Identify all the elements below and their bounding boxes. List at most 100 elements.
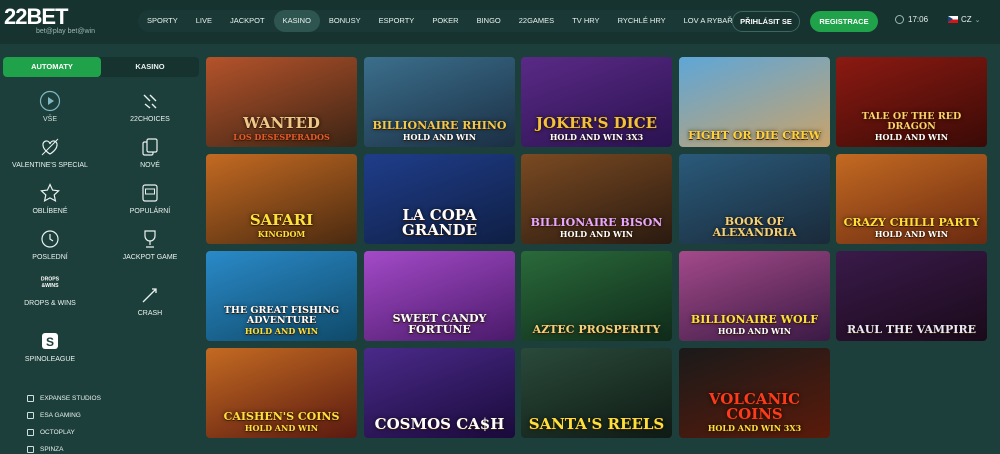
crash-icon xyxy=(139,284,161,306)
game-tile-safari[interactable]: SAFARI KINGDOM xyxy=(206,154,357,244)
section-switch: AUTOMATY KASINO xyxy=(3,57,199,77)
game-tile-billionaire-wolf[interactable]: BILLIONAIRE WOLF HOLD AND WIN xyxy=(679,251,830,341)
nav-item-bingo[interactable]: BINGO xyxy=(468,10,510,32)
game-title-main: SANTA'S REELS xyxy=(528,415,665,433)
sidebar-category-label: NOVÉ xyxy=(140,162,160,169)
trophy-icon xyxy=(139,228,161,250)
game-tile-aztec-prosperity[interactable]: AZTEC PROSPERITY xyxy=(521,251,672,341)
game-tile-santa-s-reels[interactable]: SANTA'S REELS xyxy=(521,348,672,438)
sidebar-category-label: CRASH xyxy=(137,310,163,317)
game-title-main: BILLIONAIRE RHINO xyxy=(372,119,507,132)
game-tile-raul-the-vampire[interactable]: RAUL THE VAMPIRE xyxy=(836,251,987,341)
game-title: TALE OF THE RED DRAGON HOLD AND WIN xyxy=(840,112,983,141)
brand-logo[interactable]: 22BET bet@play bet@win xyxy=(4,4,124,40)
game-title: LA COPA GRANDE xyxy=(368,208,511,238)
tab-automaty[interactable]: AUTOMATY xyxy=(3,57,101,77)
provider-label: ESA GAMING xyxy=(40,412,81,419)
game-title: CRAZY CHILLI PARTY HOLD AND WIN xyxy=(840,217,983,238)
nav-item-sporty[interactable]: SPORTY xyxy=(138,10,187,32)
tab-kasino[interactable]: KASINO xyxy=(101,57,199,77)
game-title: FIGHT OR DIE CREW xyxy=(683,130,826,141)
nav-item-bonusy[interactable]: BONUSY xyxy=(320,10,370,32)
game-tile-tale-of-the-red-dragon[interactable]: TALE OF THE RED DRAGON HOLD AND WIN xyxy=(836,57,987,147)
provider-checkbox-octoplay[interactable]: OCTOPLAY xyxy=(27,424,101,441)
game-title-main: AZTEC PROSPERITY xyxy=(532,323,661,336)
game-title-sub: HOLD AND WIN xyxy=(874,132,949,142)
provider-checkbox-esa-gaming[interactable]: ESA GAMING xyxy=(27,407,101,424)
language-selector[interactable]: CZ ⌄ xyxy=(948,15,981,24)
sidebar-category-v-e[interactable]: VŠE xyxy=(0,90,100,123)
sidebar-category-label: VŠE xyxy=(42,116,57,123)
clock-time: 17:06 xyxy=(908,15,929,24)
provider-checkbox-spinza[interactable]: SPINZA xyxy=(27,441,101,454)
drops-wins-icon: DROPS &WINS xyxy=(39,274,61,296)
game-title: SWEET CANDY FORTUNE xyxy=(368,313,511,335)
provider-checkbox-expanse-studios[interactable]: EXPANSE STUDIOS xyxy=(27,390,101,407)
game-tile-crazy-chilli-party[interactable]: CRAZY CHILLI PARTY HOLD AND WIN xyxy=(836,154,987,244)
game-tile-the-great-fishing-adventure[interactable]: THE GREAT FISHING ADVENTURE HOLD AND WIN xyxy=(206,251,357,341)
sidebar-category-drops-wins[interactable]: DROPS &WINS DROPS & WINS xyxy=(0,274,100,307)
game-tile-billionaire-bison[interactable]: BILLIONAIRE BISON HOLD AND WIN xyxy=(521,154,672,244)
sidebar-category-obl-ben-[interactable]: OBLÍBENÉ xyxy=(0,182,100,215)
sidebar-category-valentine-s-special[interactable]: VALENTINE'S SPECIAL xyxy=(0,136,100,169)
game-title-sub: KINGDOM xyxy=(257,229,306,239)
sidebar-category-label: VALENTINE'S SPECIAL xyxy=(12,162,88,169)
game-tile-caishen-s-coins[interactable]: CAISHEN'S COINS HOLD AND WIN xyxy=(206,348,357,438)
game-title: VOLCANIC COINS HOLD AND WIN 3X3 xyxy=(683,390,826,433)
game-title-main: VOLCANIC COINS xyxy=(708,390,801,423)
czech-flag-icon xyxy=(948,16,958,23)
game-title-main: LA COPA GRANDE xyxy=(401,206,478,239)
nav-item-jackpot[interactable]: JACKPOT xyxy=(221,10,274,32)
game-title: SAFARI KINGDOM xyxy=(210,211,353,239)
new-cards-icon xyxy=(139,136,161,158)
sidebar-category-jackpot-game[interactable]: JACKPOT GAME xyxy=(100,228,200,261)
nav-item-tv-hry[interactable]: TV HRY xyxy=(563,10,608,32)
sidebar-category-popul-rn-[interactable]: POPULÁRNÍ xyxy=(100,182,200,215)
sidebar-category-spinoleague[interactable]: S SPINOLEAGUE xyxy=(0,330,100,363)
provider-label: OCTOPLAY xyxy=(40,429,75,436)
game-tile-volcanic-coins[interactable]: VOLCANIC COINS HOLD AND WIN 3X3 xyxy=(679,348,830,438)
game-title-main: CRAZY CHILLI PARTY xyxy=(843,216,980,229)
sidebar-category-label: 22CHOICES xyxy=(130,116,170,123)
logo-text: 22BET xyxy=(4,4,68,29)
svg-text:&WINS: &WINS xyxy=(41,283,59,289)
game-tile-book-of-alexandria[interactable]: BOOK OF ALEXANDRIA xyxy=(679,154,830,244)
game-title-main: SAFARI xyxy=(249,211,314,229)
nav-item-22games[interactable]: 22GAMES xyxy=(510,10,563,32)
sidebar-category-nov-[interactable]: NOVÉ xyxy=(100,136,200,169)
clock: 17:06 xyxy=(895,15,928,24)
game-tile-la-copa-grande[interactable]: LA COPA GRANDE xyxy=(364,154,515,244)
game-title: BOOK OF ALEXANDRIA xyxy=(683,216,826,238)
game-tile-sweet-candy-fortune[interactable]: SWEET CANDY FORTUNE xyxy=(364,251,515,341)
sidebar-category-crash[interactable]: CRASH xyxy=(100,284,200,317)
game-title-sub: HOLD AND WIN xyxy=(717,326,792,336)
provider-label: SPINZA xyxy=(40,446,64,453)
nav-item-kasino[interactable]: KASINO xyxy=(273,10,320,32)
game-tile-joker-s-dice[interactable]: JOKER'S DICE HOLD AND WIN 3X3 xyxy=(521,57,672,147)
heart-arrow-icon xyxy=(39,136,61,158)
game-tile-wanted[interactable]: WANTED LOS DESESPERADOS xyxy=(206,57,357,147)
spinoleague-icon: S xyxy=(39,330,61,352)
history-icon xyxy=(39,228,61,250)
login-button[interactable]: PŘIHLÁSIT SE xyxy=(732,11,800,32)
nav-item-poker[interactable]: POKER xyxy=(423,10,467,32)
star-icon xyxy=(39,182,61,204)
game-tile-billionaire-rhino[interactable]: BILLIONAIRE RHINO HOLD AND WIN xyxy=(364,57,515,147)
game-tile-cosmos-ca-h[interactable]: COSMOS CA$H xyxy=(364,348,515,438)
register-button[interactable]: REGISTRACE xyxy=(810,11,878,32)
provider-label: EXPANSE STUDIOS xyxy=(40,395,101,402)
nav-item-esporty[interactable]: ESPORTY xyxy=(370,10,424,32)
nav-item-rychl-hry[interactable]: RYCHLÉ HRY xyxy=(609,10,675,32)
game-title-main: COSMOS CA$H xyxy=(374,415,505,433)
sidebar-category-label: SPINOLEAGUE xyxy=(24,356,76,363)
sidebar-category-posledn-[interactable]: POSLEDNÍ xyxy=(0,228,100,261)
clock-icon xyxy=(895,15,904,24)
game-title-main: CAISHEN'S COINS xyxy=(223,410,340,423)
nav-item-live[interactable]: LIVE xyxy=(187,10,221,32)
game-title: COSMOS CA$H xyxy=(368,417,511,432)
sidebar-category-22choices[interactable]: 22CHOICES xyxy=(100,90,200,123)
language-code: CZ xyxy=(961,15,972,24)
game-title-sub: HOLD AND WIN 3X3 xyxy=(707,423,802,433)
sidebar-category-label: DROPS & WINS xyxy=(24,300,76,307)
game-tile-fight-or-die-crew[interactable]: FIGHT OR DIE CREW xyxy=(679,57,830,147)
